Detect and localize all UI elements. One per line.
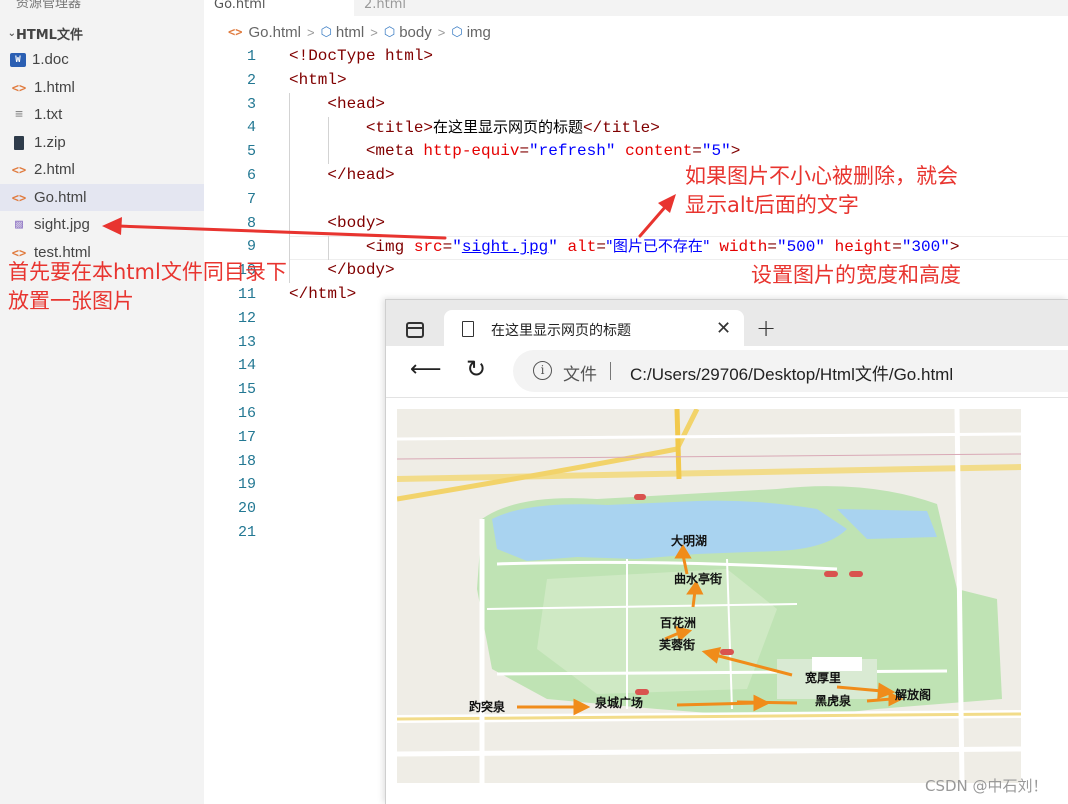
annotation-place-image: 首先要在本html文件同目录下放置一张图片 <box>8 260 287 313</box>
annotation-alt-line1: 如果图片不小心被删除，就会 <box>685 164 958 188</box>
watermark: CSDN @中石刘！ <box>925 777 1048 795</box>
annotation-alt-text: 如果图片不小心被删除，就会 显示alt后面的文字 <box>685 162 958 220</box>
annotation-alt-line2: 显示alt后面的文字 <box>685 193 859 217</box>
annotation-size: 设置图片的宽度和高度 <box>751 263 961 287</box>
annotation-arrows <box>102 194 676 240</box>
